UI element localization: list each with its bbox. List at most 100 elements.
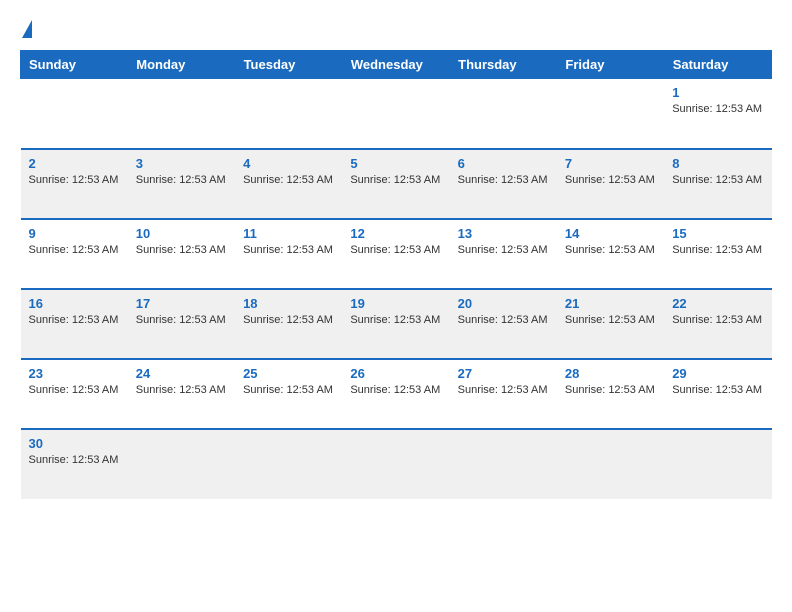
sunrise-text: Sunrise: 12:53 AM bbox=[350, 244, 441, 256]
day-number: 25 bbox=[243, 366, 334, 381]
sunrise-text: Sunrise: 12:53 AM bbox=[672, 314, 763, 326]
day-number: 12 bbox=[350, 226, 441, 241]
day-number: 6 bbox=[458, 156, 549, 171]
calendar-cell bbox=[235, 79, 342, 149]
day-number: 19 bbox=[350, 296, 441, 311]
sunrise-text: Sunrise: 12:53 AM bbox=[458, 244, 549, 256]
calendar-cell: 5Sunrise: 12:53 AM bbox=[342, 149, 449, 219]
sunrise-text: Sunrise: 12:53 AM bbox=[136, 384, 227, 396]
calendar-cell: 29Sunrise: 12:53 AM bbox=[664, 359, 771, 429]
calendar-cell: 27Sunrise: 12:53 AM bbox=[450, 359, 557, 429]
calendar-week-row: 23 Sunrise: 12:53 AM 24 Sunrise: 12:53 AM 25… bbox=[21, 359, 772, 429]
day-number: 10 bbox=[136, 226, 227, 241]
calendar-cell: 14 Sunrise: 12:53 AM bbox=[557, 219, 664, 289]
logo bbox=[20, 20, 32, 40]
column-header-tuesday: Tuesday bbox=[235, 51, 342, 79]
calendar-cell: 3Sunrise: 12:53 AM bbox=[128, 149, 235, 219]
sunrise-text: Sunrise: 12:53 AM bbox=[565, 174, 656, 186]
sunrise-text: Sunrise: 12:53 AM bbox=[672, 244, 763, 256]
day-number: 23 bbox=[29, 366, 120, 381]
calendar-week-row: 2Sunrise: 12:53 AM3Sunrise: 12:53 AM4Sun… bbox=[21, 149, 772, 219]
sunrise-text: Sunrise: 12:53 AM bbox=[458, 174, 549, 186]
calendar-cell: 16 Sunrise: 12:53 AM bbox=[21, 289, 128, 359]
day-number: 26 bbox=[350, 366, 441, 381]
calendar-cell: 19 Sunrise: 12:53 AM bbox=[342, 289, 449, 359]
calendar-cell: 24 Sunrise: 12:53 AM bbox=[128, 359, 235, 429]
sunrise-text: Sunrise: 12:53 AM bbox=[29, 314, 120, 326]
calendar-cell: 15 Sunrise: 12:53 AM bbox=[664, 219, 771, 289]
calendar-cell bbox=[128, 429, 235, 499]
calendar-cell: 12 Sunrise: 12:53 AM bbox=[342, 219, 449, 289]
sunrise-text: Sunrise: 12:53 AM bbox=[350, 174, 441, 186]
day-number: 22 bbox=[672, 296, 763, 311]
calendar-cell: 11 Sunrise: 12:53 AM bbox=[235, 219, 342, 289]
calendar-cell: 4Sunrise: 12:53 AM bbox=[235, 149, 342, 219]
calendar-week-row: 9 Sunrise: 12:53 AM 10 Sunrise: 12:53 AM 11 S… bbox=[21, 219, 772, 289]
day-number: 14 bbox=[565, 226, 656, 241]
calendar-cell: 18 Sunrise: 12:53 AM bbox=[235, 289, 342, 359]
day-number: 9 bbox=[29, 226, 120, 241]
sunrise-text: Sunrise: 12:53 AM bbox=[29, 244, 120, 256]
sunrise-text: Sunrise: 12:53 AM bbox=[29, 454, 120, 466]
day-number: 11 bbox=[243, 226, 334, 241]
calendar-cell bbox=[128, 79, 235, 149]
sunrise-text: Sunrise: 12:53 AM bbox=[565, 314, 656, 326]
calendar-cell: 17 Sunrise: 12:53 AM bbox=[128, 289, 235, 359]
page-header bbox=[20, 20, 772, 40]
calendar-cell: 22 Sunrise: 12:53 AM bbox=[664, 289, 771, 359]
calendar-cell: 9 Sunrise: 12:53 AM bbox=[21, 219, 128, 289]
day-number: 16 bbox=[29, 296, 120, 311]
sunrise-text: Sunrise: 12:53 AM bbox=[350, 314, 441, 326]
day-number: 2 bbox=[29, 156, 120, 171]
calendar-cell: 23 Sunrise: 12:53 AM bbox=[21, 359, 128, 429]
column-header-monday: Monday bbox=[128, 51, 235, 79]
sunrise-text: Sunrise: 12:53 AM bbox=[29, 384, 120, 396]
calendar-cell bbox=[664, 429, 771, 499]
calendar-cell: 25Sunrise: 12:53 AM bbox=[235, 359, 342, 429]
sunrise-text: Sunrise: 12:53 AM bbox=[136, 174, 227, 186]
day-number: 30 bbox=[29, 436, 120, 451]
calendar-cell bbox=[450, 79, 557, 149]
day-number: 17 bbox=[136, 296, 227, 311]
sunrise-text: Sunrise: 12:53 AM bbox=[136, 244, 227, 256]
column-header-wednesday: Wednesday bbox=[342, 51, 449, 79]
day-number: 8 bbox=[672, 156, 763, 171]
day-number: 28 bbox=[565, 366, 656, 381]
column-header-saturday: Saturday bbox=[664, 51, 771, 79]
day-number: 13 bbox=[458, 226, 549, 241]
sunrise-text: Sunrise: 12:53 AM bbox=[458, 384, 549, 396]
day-number: 21 bbox=[565, 296, 656, 311]
day-number: 20 bbox=[458, 296, 549, 311]
day-number: 7 bbox=[565, 156, 656, 171]
calendar-header-row: SundayMondayTuesdayWednesdayThursdayFrid… bbox=[21, 51, 772, 79]
day-number: 24 bbox=[136, 366, 227, 381]
sunrise-text: Sunrise: 12:53 AM bbox=[672, 384, 763, 396]
day-number: 1 bbox=[672, 85, 763, 100]
sunrise-text: Sunrise: 12:53 AM bbox=[350, 384, 441, 396]
sunrise-text: Sunrise: 12:53 AM bbox=[672, 103, 763, 115]
day-number: 15 bbox=[672, 226, 763, 241]
calendar-cell: 26 Sunrise: 12:53 AM bbox=[342, 359, 449, 429]
calendar-cell: 20 Sunrise: 12:53 AM bbox=[450, 289, 557, 359]
sunrise-text: Sunrise: 12:53 AM bbox=[458, 314, 549, 326]
calendar-cell bbox=[342, 429, 449, 499]
calendar-cell: 1 Sunrise: 12:53 AM bbox=[664, 79, 771, 149]
column-header-sunday: Sunday bbox=[21, 51, 128, 79]
calendar-cell bbox=[557, 429, 664, 499]
calendar-week-row: 1 Sunrise: 12:53 AM bbox=[21, 79, 772, 149]
sunrise-text: Sunrise: 12:53 AM bbox=[243, 314, 334, 326]
calendar-cell: 28 Sunrise: 12:53 AM bbox=[557, 359, 664, 429]
calendar-cell bbox=[235, 429, 342, 499]
sunrise-text: Sunrise: 12:53 AM bbox=[565, 244, 656, 256]
calendar-cell bbox=[21, 79, 128, 149]
column-header-friday: Friday bbox=[557, 51, 664, 79]
sunrise-text: Sunrise: 12:53 AM bbox=[672, 174, 763, 186]
logo-triangle-icon bbox=[22, 20, 32, 38]
sunrise-text: Sunrise: 12:53 AM bbox=[136, 314, 227, 326]
calendar-cell: 2Sunrise: 12:53 AM bbox=[21, 149, 128, 219]
sunrise-text: Sunrise: 12:53 AM bbox=[243, 244, 334, 256]
day-number: 18 bbox=[243, 296, 334, 311]
sunrise-text: Sunrise: 12:53 AM bbox=[565, 384, 656, 396]
calendar-cell: 30 Sunrise: 12:53 AM bbox=[21, 429, 128, 499]
calendar-week-row: 30 Sunrise: 12:53 AM bbox=[21, 429, 772, 499]
